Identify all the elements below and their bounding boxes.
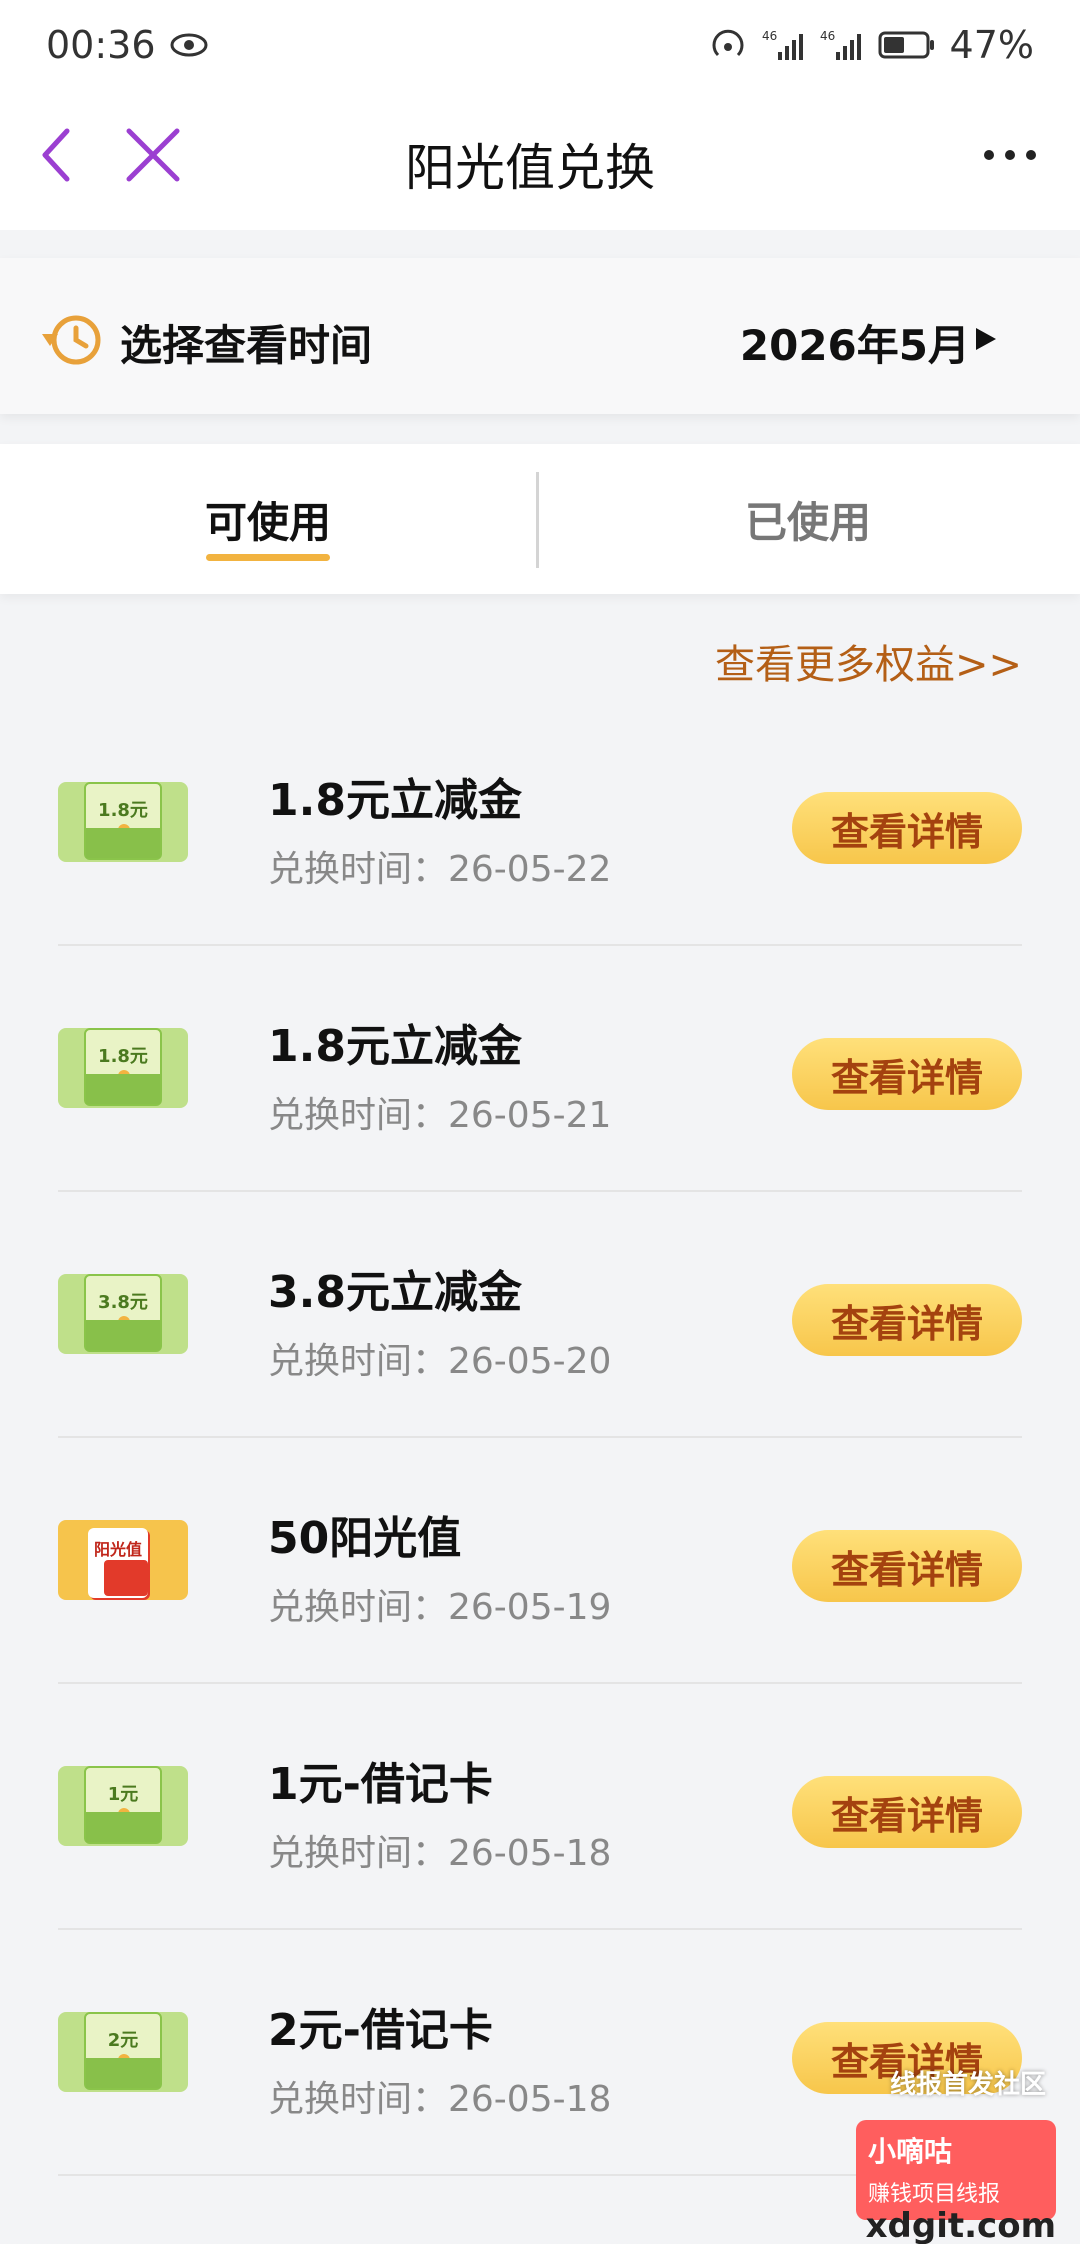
coupon-thumbnail: 1.8元 [58,1028,188,1108]
list-item: 1.8元 1.8元立减金 兑换时间：26-05-21 查看详情 [58,946,1022,1192]
item-date: 兑换时间：26-05-18 [268,2079,612,2120]
play-arrow-icon [976,328,996,350]
page-title: 阳光值兑换 [405,139,655,197]
tab-available-label: 可使用 [204,497,331,547]
view-details-button[interactable]: 查看详情 [792,1284,1022,1356]
network-label-2: 46 [820,29,835,43]
item-date: 兑换时间：26-05-22 [268,849,612,890]
view-details-button[interactable]: 查看详情 [792,792,1022,864]
battery-icon [878,30,936,60]
eye-icon [170,32,208,58]
network-label-1: 46 [762,29,777,43]
item-date: 兑换时间：26-05-21 [268,1095,612,1136]
time-selector[interactable]: 选择查看时间 2026年5月 [0,258,1080,414]
tab-bar: 可使用 已使用 [0,444,1080,594]
view-details-button[interactable]: 查看详情 [792,1038,1022,1110]
history-clock-icon [42,315,101,365]
time-selector-label: 选择查看时间 [120,321,373,370]
more-benefits-link[interactable]: 查看更多权益>> [715,632,1022,690]
watermark-domain: xdgit.com [865,2206,1056,2244]
tab-available[interactable]: 可使用 [0,444,536,594]
thumb-amount: 2元 [107,2030,139,2051]
redemption-list: 1.8元 1.8元立减金 兑换时间：26-05-22 查看详情 1.8元 1.8… [58,700,1022,2176]
view-details-button[interactable]: 查看详情 [792,1776,1022,1848]
item-title: 3.8元立减金 [268,1267,522,1318]
coupon-thumbnail: 3.8元 [58,1274,188,1354]
status-left: 00:36 [46,23,208,67]
list-item: 1元 1元-借记卡 兑换时间：26-05-18 查看详情 [58,1684,1022,1930]
list-item: 阳光值 50阳光值 兑换时间：26-05-19 查看详情 [58,1438,1022,1684]
watermark-badge-title: 小嘀咕 [868,2135,953,2168]
list-item: 3.8元 3.8元立减金 兑换时间：26-05-20 查看详情 [58,1192,1022,1438]
sunshine-points-thumbnail: 阳光值 [58,1520,188,1600]
status-bar: 00:36 46 46 47% [0,0,1080,90]
item-date: 兑换时间：26-05-19 [268,1587,612,1628]
item-title: 1.8元立减金 [268,1021,522,1072]
item-title: 1.8元立减金 [268,775,522,826]
tab-active-indicator [206,554,330,561]
tab-used-label: 已使用 [744,497,871,547]
time-selector-value[interactable]: 2026年5月 [740,312,970,373]
watermark-badge-sub: 赚钱项目线报 [868,2182,1001,2207]
item-title: 1元-借记卡 [268,1759,493,1810]
hotspot-icon [708,27,748,63]
watermark-badge: 小嘀咕 赚钱项目线报 [856,2120,1056,2220]
list-item: 1.8元 1.8元立减金 兑换时间：26-05-22 查看详情 [58,700,1022,946]
thumb-amount: 3.8元 [98,1292,148,1313]
status-time: 00:36 [46,23,156,67]
thumb-label: 阳光值 [93,1540,142,1559]
thumb-amount: 1元 [107,1784,139,1805]
thumb-amount: 1.8元 [98,1046,148,1067]
battery-percent: 47% [949,23,1034,67]
more-menu-button[interactable] [970,130,1050,180]
status-right: 46 46 47% [708,23,1034,67]
coupon-thumbnail: 2元 [58,2012,188,2092]
signal-icon: 46 [762,28,806,62]
item-title: 50阳光值 [268,1513,462,1564]
tab-used[interactable]: 已使用 [540,444,1076,594]
watermark-line: 线报首发社区 [889,2070,1046,2100]
nav-bar: 阳光值兑换 [0,90,1080,230]
thumb-amount: 1.8元 [98,800,148,821]
item-title: 2元-借记卡 [268,2005,493,2056]
more-dots-icon [984,150,1036,160]
tab-divider [536,472,539,568]
coupon-thumbnail: 1元 [58,1766,188,1846]
item-date: 兑换时间：26-05-18 [268,1833,612,1874]
view-details-button[interactable]: 查看详情 [792,1530,1022,1602]
coupon-thumbnail: 1.8元 [58,782,188,862]
signal-icon-2: 46 [820,28,864,62]
item-date: 兑换时间：26-05-20 [268,1341,612,1382]
